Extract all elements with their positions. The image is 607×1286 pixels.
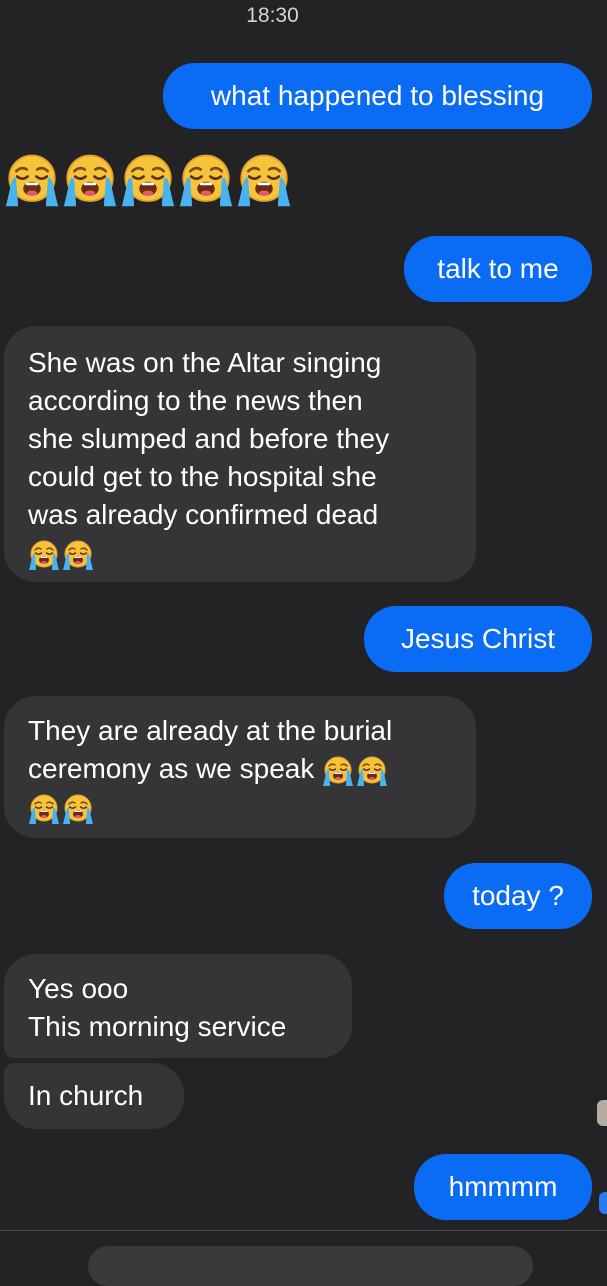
outgoing-message[interactable]: talk to me — [404, 236, 592, 302]
loudly-crying-face-icon — [120, 152, 176, 208]
incoming-message[interactable]: Yes ooo This morning service — [4, 954, 352, 1058]
message-text: talk to me — [437, 253, 559, 284]
message-text: what happened to blessing — [210, 80, 545, 111]
message-text-line: according to the news then — [28, 385, 363, 416]
message-text-line: could get to the hospital she — [28, 461, 377, 492]
message-text: hmmmm — [448, 1171, 558, 1202]
message-timestamp: 18:30 — [246, 4, 299, 27]
loudly-crying-face-icon — [62, 539, 94, 571]
message-text-line: she slumped and before they — [28, 423, 390, 454]
chat-thread[interactable]: 18:30 what happened to blessing talk to … — [0, 0, 607, 1286]
incoming-message[interactable]: They are already at the burial ceremony … — [4, 696, 476, 838]
loudly-crying-face-icon — [322, 755, 354, 787]
incoming-message[interactable]: In church — [4, 1063, 184, 1129]
loudly-crying-face-icon — [178, 152, 234, 208]
incoming-message[interactable]: She was on the Altar singing according t… — [4, 326, 476, 582]
message-text: In church — [28, 1080, 144, 1111]
loudly-crying-face-icon — [28, 539, 60, 571]
loudly-crying-face-icon — [28, 793, 60, 825]
message-emoji-line — [28, 534, 452, 572]
message-text-line: This morning service — [28, 1011, 287, 1042]
incoming-emoji-message[interactable] — [4, 152, 294, 208]
message-text-line: They are already at the burial — [28, 715, 393, 746]
loudly-crying-face-icon — [62, 152, 118, 208]
message-text-line: was already confirmed dead — [28, 499, 379, 530]
message-text: Jesus Christ — [400, 623, 556, 654]
outgoing-message[interactable]: today ? — [444, 863, 592, 929]
message-text-line: She was on the Altar singing — [28, 347, 382, 378]
outgoing-message[interactable]: what happened to blessing — [163, 63, 592, 129]
seen-indicator-icon — [599, 1192, 607, 1214]
message-text: ceremony as we speak — [28, 753, 315, 784]
message-composer[interactable] — [88, 1246, 533, 1286]
loudly-crying-face-icon — [62, 793, 94, 825]
loudly-crying-face-icon — [356, 755, 388, 787]
message-text-line: Yes ooo — [28, 973, 129, 1004]
message-emoji-line — [28, 788, 452, 826]
loudly-crying-face-icon — [4, 152, 60, 208]
message-text: today ? — [472, 880, 564, 911]
contact-avatar — [597, 1100, 607, 1126]
composer-divider — [0, 1230, 607, 1231]
message-text-line: ceremony as we speak — [28, 750, 452, 788]
outgoing-message[interactable]: hmmmm — [414, 1154, 592, 1220]
loudly-crying-face-icon — [236, 152, 292, 208]
outgoing-message[interactable]: Jesus Christ — [364, 606, 592, 672]
